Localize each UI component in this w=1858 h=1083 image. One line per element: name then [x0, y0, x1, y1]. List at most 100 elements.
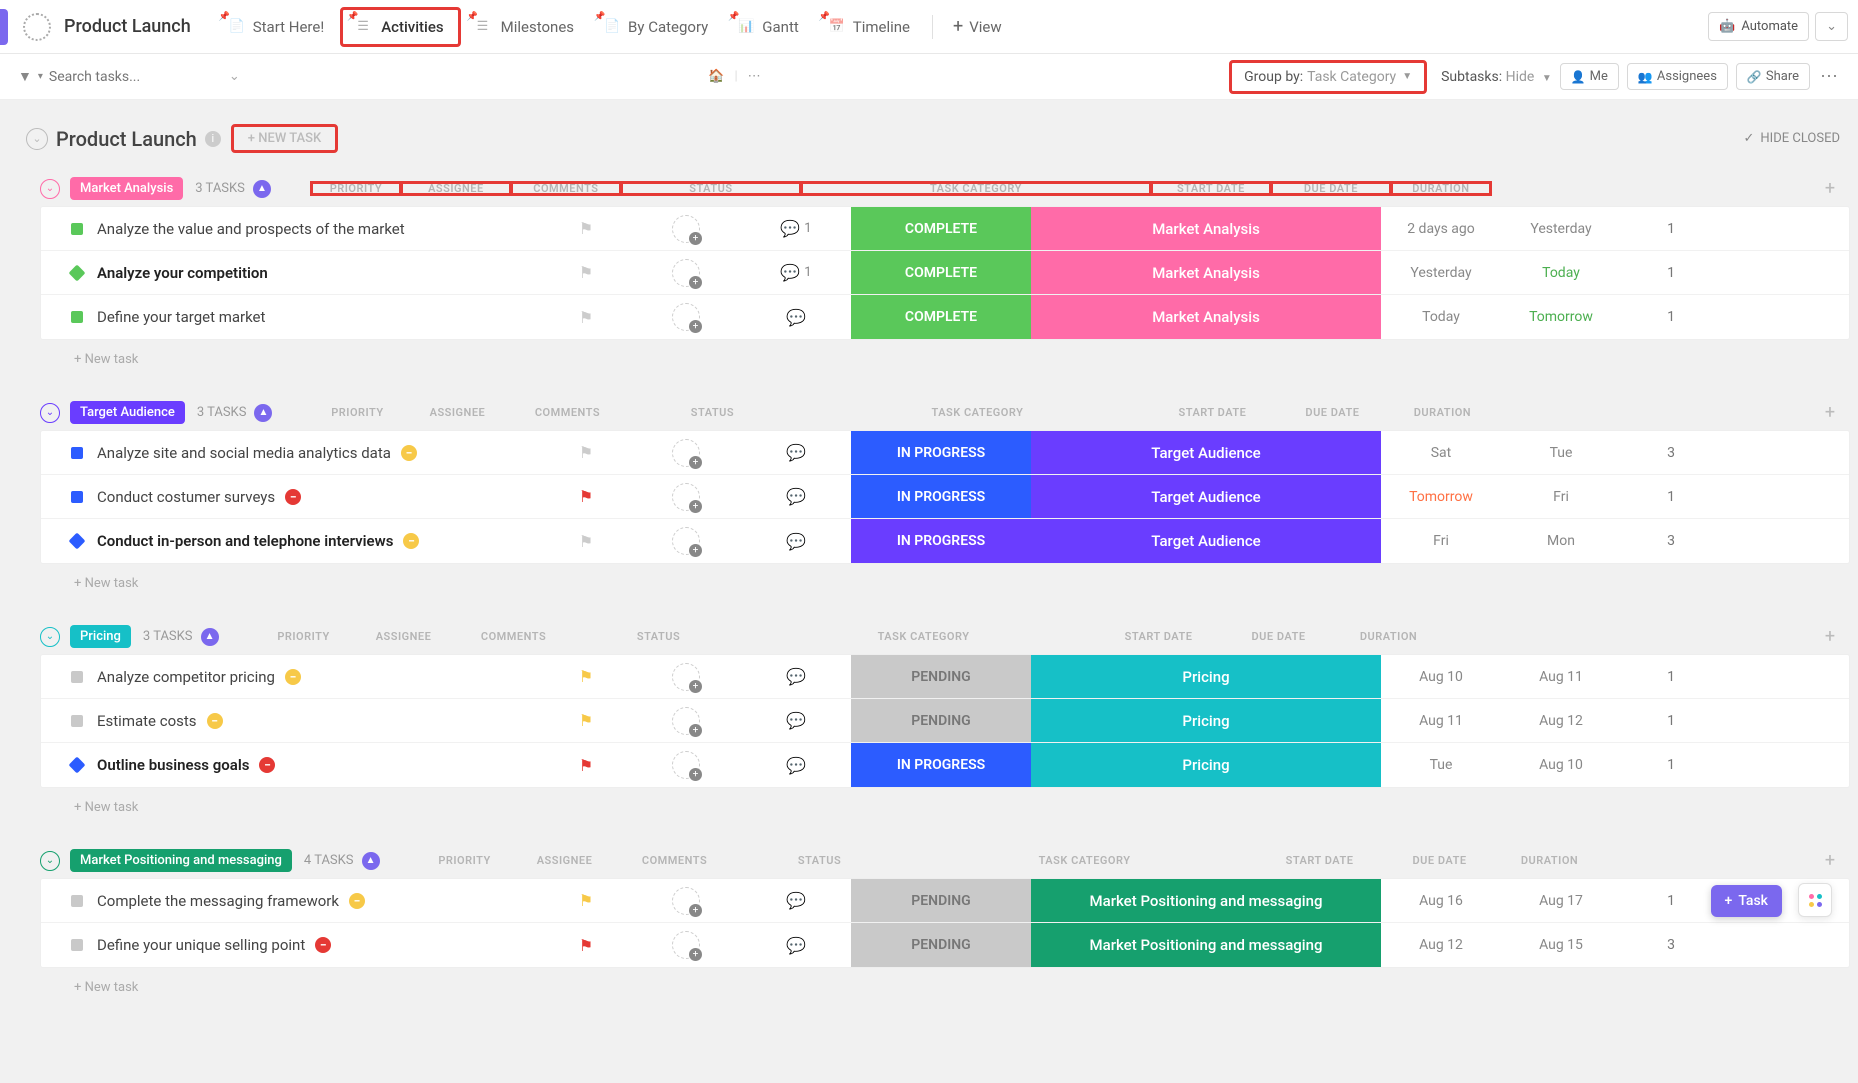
search-input[interactable]	[49, 69, 209, 85]
col-assignee[interactable]: ASSIGNEE	[349, 630, 459, 643]
tab-milestones[interactable]: 📌☰Milestones	[463, 10, 588, 44]
category-cell[interactable]: Target Audience	[1031, 431, 1381, 474]
priority-cell[interactable]: ⚑	[541, 923, 631, 967]
comments-cell[interactable]: 💬	[741, 431, 851, 474]
assignee-cell[interactable]	[631, 923, 741, 967]
tab-timeline[interactable]: 📌📅Timeline	[815, 10, 924, 44]
more-options-icon[interactable]: ⋯	[1820, 66, 1840, 87]
category-cell[interactable]: Target Audience	[1031, 475, 1381, 518]
col-comments[interactable]: COMMENTS	[511, 182, 621, 195]
assignee-cell[interactable]	[631, 879, 741, 922]
groupby-dropdown[interactable]: Group by: Task Category ▼	[1229, 60, 1427, 94]
col-category[interactable]: TASK CATEGORY	[910, 854, 1260, 867]
assignee-cell[interactable]	[631, 251, 741, 294]
group-collapse-toggle[interactable]: ⌄	[40, 403, 60, 423]
share-button[interactable]: 🔗Share	[1736, 63, 1810, 90]
status-cell[interactable]: PENDING	[851, 879, 1031, 922]
category-cell[interactable]: Market Positioning and messaging	[1031, 879, 1381, 922]
category-cell[interactable]: Market Positioning and messaging	[1031, 923, 1381, 967]
new-task-inline[interactable]: + New task	[40, 340, 1850, 367]
due-date-cell[interactable]: Fri	[1501, 475, 1621, 518]
hide-closed-toggle[interactable]: ✓HIDE CLOSED	[1744, 131, 1841, 146]
status-cell[interactable]: PENDING	[851, 699, 1031, 742]
status-cell[interactable]: IN PROGRESS	[851, 431, 1031, 474]
priority-cell[interactable]: ⚑	[541, 295, 631, 339]
task-row[interactable]: Define your unique selling point − ⚑ 💬 P…	[41, 923, 1849, 967]
start-date-cell[interactable]: Aug 16	[1381, 879, 1501, 922]
automate-dropdown[interactable]: ⌄	[1815, 12, 1848, 41]
start-date-cell[interactable]: Aug 12	[1381, 923, 1501, 967]
duration-cell[interactable]: 1	[1621, 655, 1721, 698]
col-status[interactable]: STATUS	[622, 406, 802, 419]
task-row[interactable]: Conduct in-person and telephone intervie…	[41, 519, 1849, 563]
due-date-cell[interactable]: Mon	[1501, 519, 1621, 563]
duration-cell[interactable]: 3	[1621, 431, 1721, 474]
col-priority[interactable]: PRIORITY	[312, 406, 402, 419]
col-due[interactable]: DUE DATE	[1272, 406, 1392, 419]
col-priority[interactable]: PRIORITY	[311, 182, 401, 195]
start-date-cell[interactable]: Tue	[1381, 743, 1501, 787]
task-title-cell[interactable]: Complete the messaging framework −	[41, 892, 541, 910]
comments-cell[interactable]: 💬1	[741, 207, 851, 250]
more-icon[interactable]: ⋯	[748, 69, 761, 84]
col-start[interactable]: START DATE	[1099, 630, 1219, 643]
group-badge[interactable]: Market Positioning and messaging	[70, 849, 292, 872]
start-date-cell[interactable]: Tomorrow	[1381, 475, 1501, 518]
priority-cell[interactable]: ⚑	[541, 431, 631, 474]
chevron-down-icon[interactable]: ⌄	[229, 69, 240, 84]
new-task-fab[interactable]: +Task	[1711, 885, 1782, 917]
status-cell[interactable]: IN PROGRESS	[851, 519, 1031, 563]
tab-start-here[interactable]: 📌📄Start Here!	[215, 10, 338, 44]
me-button[interactable]: 👤Me	[1560, 63, 1619, 90]
status-cell[interactable]: IN PROGRESS	[851, 475, 1031, 518]
start-date-cell[interactable]: Sat	[1381, 431, 1501, 474]
col-duration[interactable]: DURATION	[1500, 854, 1600, 867]
priority-cell[interactable]: ⚑	[541, 475, 631, 518]
status-cell[interactable]: PENDING	[851, 655, 1031, 698]
due-date-cell[interactable]: Aug 15	[1501, 923, 1621, 967]
group-collapse-toggle[interactable]: ⌄	[40, 179, 60, 199]
col-duration[interactable]: DURATION	[1391, 182, 1491, 195]
priority-cell[interactable]: ⚑	[541, 207, 631, 250]
add-column-button[interactable]: +	[1810, 850, 1850, 871]
duration-cell[interactable]: 1	[1621, 475, 1721, 518]
due-date-cell[interactable]: Aug 11	[1501, 655, 1621, 698]
start-date-cell[interactable]: Fri	[1381, 519, 1501, 563]
col-comments[interactable]: COMMENTS	[459, 630, 569, 643]
assignees-button[interactable]: 👥Assignees	[1627, 63, 1728, 90]
priority-cell[interactable]: ⚑	[541, 743, 631, 787]
category-cell[interactable]: Pricing	[1031, 743, 1381, 787]
col-duration[interactable]: DURATION	[1339, 630, 1439, 643]
group-badge[interactable]: Pricing	[70, 625, 131, 648]
task-row[interactable]: Analyze your competition ⚑ 💬1 COMPLETE M…	[41, 251, 1849, 295]
task-row[interactable]: Conduct costumer surveys − ⚑ 💬 IN PROGRE…	[41, 475, 1849, 519]
comments-cell[interactable]: 💬	[741, 879, 851, 922]
col-due[interactable]: DUE DATE	[1380, 854, 1500, 867]
filter-caret-icon[interactable]: ▾	[38, 71, 43, 82]
priority-cell[interactable]: ⚑	[541, 655, 631, 698]
automate-button[interactable]: 🤖Automate	[1708, 12, 1809, 41]
tab-activities[interactable]: 📌☰Activities	[340, 7, 460, 47]
priority-cell[interactable]: ⚑	[541, 519, 631, 563]
due-date-cell[interactable]: Yesterday	[1501, 207, 1621, 250]
duration-cell[interactable]: 3	[1621, 519, 1721, 563]
comments-cell[interactable]: 💬	[741, 655, 851, 698]
col-start[interactable]: START DATE	[1152, 406, 1272, 419]
add-column-button[interactable]: +	[1810, 626, 1850, 647]
category-cell[interactable]: Market Analysis	[1031, 207, 1381, 250]
group-badge[interactable]: Market Analysis	[70, 177, 183, 200]
filter-icon[interactable]: ▼	[18, 68, 32, 85]
start-date-cell[interactable]: Today	[1381, 295, 1501, 339]
due-date-cell[interactable]: Tomorrow	[1501, 295, 1621, 339]
col-comments[interactable]: COMMENTS	[512, 406, 622, 419]
duration-cell[interactable]: 1	[1621, 699, 1721, 742]
task-row[interactable]: Analyze the value and prospects of the m…	[41, 207, 1849, 251]
comments-cell[interactable]: 💬	[741, 699, 851, 742]
start-date-cell[interactable]: Aug 11	[1381, 699, 1501, 742]
due-date-cell[interactable]: Today	[1501, 251, 1621, 294]
category-cell[interactable]: Pricing	[1031, 655, 1381, 698]
tab-by-category[interactable]: 📌📄By Category	[590, 10, 722, 44]
group-badge[interactable]: Target Audience	[70, 401, 185, 424]
sort-icon[interactable]: ▲	[362, 852, 380, 870]
home-icon[interactable]: 🏠	[708, 69, 724, 84]
